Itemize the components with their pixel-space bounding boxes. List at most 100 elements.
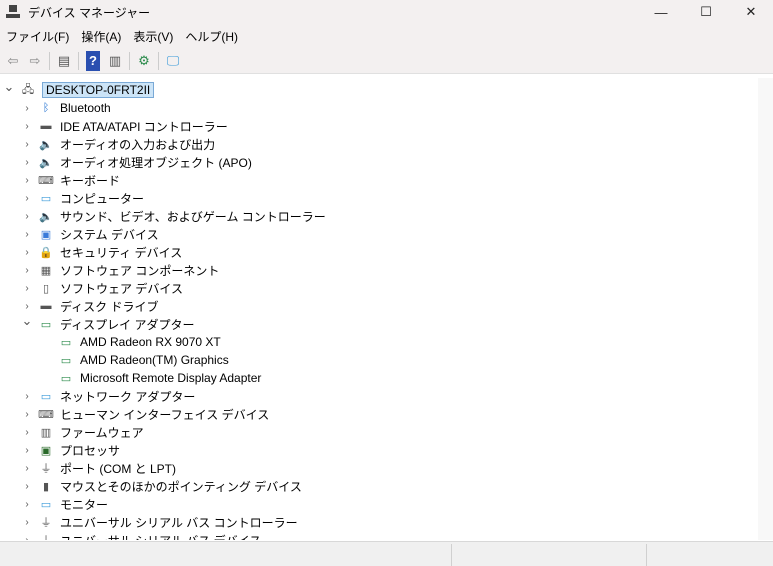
tree-category[interactable]: › ▮ マウスとそのほかのポインティング デバイス xyxy=(20,477,302,495)
tree-category[interactable]: › ▭ ネットワーク アダプター xyxy=(20,387,195,405)
tree-item-label: Microsoft Remote Display Adapter xyxy=(80,371,262,385)
toolbar-separator xyxy=(78,51,79,70)
tree-root[interactable]: ⌄ 🖧 DESKTOP-0FRT2II xyxy=(2,79,155,99)
chevron-right-icon[interactable]: › xyxy=(20,283,34,294)
tree-category[interactable]: › ▥ ファームウェア xyxy=(20,423,144,441)
monitor-icon: ▭ xyxy=(40,192,52,205)
chevron-right-icon[interactable]: › xyxy=(20,265,34,276)
chevron-right-icon[interactable]: › xyxy=(20,103,34,114)
tree-category[interactable]: › ▯ ソフトウェア デバイス xyxy=(20,279,183,297)
tree-item-label: AMD Radeon(TM) Graphics xyxy=(80,353,229,367)
scan-hardware-icon[interactable]: 🖵 xyxy=(162,51,184,71)
chevron-right-icon[interactable]: › xyxy=(20,499,34,510)
chevron-right-icon[interactable]: › xyxy=(20,193,34,204)
close-button[interactable]: ✕ xyxy=(728,0,773,24)
chevron-right-icon[interactable]: › xyxy=(20,517,34,528)
ide-controller-icon: ▬ xyxy=(40,120,52,132)
tree-device[interactable]: ▭ AMD Radeon RX 9070 XT xyxy=(40,333,221,351)
toolbar-separator xyxy=(129,51,130,70)
menu-file[interactable]: ファイル(F) xyxy=(0,28,75,45)
tree-item-label: DESKTOP-0FRT2II xyxy=(42,82,155,98)
chevron-down-icon[interactable]: ⌄ xyxy=(2,79,16,95)
speaker-icon: 🔈 xyxy=(39,210,53,223)
forward-icon[interactable]: ⇨ xyxy=(24,51,46,71)
tree-item-label: ネットワーク アダプター xyxy=(60,389,196,404)
tree-item-label: AMD Radeon RX 9070 XT xyxy=(80,335,221,349)
tree-category[interactable]: › ⏚ ポート (COM と LPT) xyxy=(20,459,176,477)
keyboard-icon: ⌨ xyxy=(38,174,54,187)
status-bar xyxy=(0,541,773,566)
tree-item-label: ユニバーサル シリアル バス デバイス xyxy=(60,532,261,541)
tree-item-label: オーディオ処理オブジェクト (APO) xyxy=(60,155,252,170)
speaker-icon: 🔈 xyxy=(39,156,53,169)
tree-item-label: ファームウェア xyxy=(60,425,144,440)
tree-category[interactable]: › 🔈 オーディオ処理オブジェクト (APO) xyxy=(20,153,252,171)
menu-view[interactable]: 表示(V) xyxy=(127,28,179,45)
vertical-scrollbar[interactable] xyxy=(758,78,773,540)
chevron-right-icon[interactable]: › xyxy=(20,211,34,222)
computer-network-icon: 🖧 xyxy=(21,83,35,96)
tree-category[interactable]: ⌄ ▭ ディスプレイ アダプター xyxy=(20,313,195,333)
tree-category[interactable]: › ⌨ ヒューマン インターフェイス デバイス xyxy=(20,405,269,423)
tree-category[interactable]: › ▦ ソフトウェア コンポーネント xyxy=(20,261,219,279)
status-divider xyxy=(451,544,452,566)
tree-item-label: ソフトウェア コンポーネント xyxy=(60,263,220,278)
tree-category[interactable]: › ▬ IDE ATA/ATAPI コントローラー xyxy=(20,117,228,135)
chevron-right-icon[interactable]: › xyxy=(20,391,34,402)
tree-item-label: モニター xyxy=(60,497,109,512)
properties-icon[interactable]: ▥ xyxy=(104,51,126,71)
chevron-right-icon[interactable]: › xyxy=(20,481,34,492)
menu-help[interactable]: ヘルプ(H) xyxy=(179,28,244,45)
chevron-right-icon[interactable]: › xyxy=(20,409,34,420)
tree-category[interactable]: › ⌨ キーボード xyxy=(20,171,120,189)
chevron-down-icon[interactable]: ⌄ xyxy=(20,313,34,329)
tree-category[interactable]: › ▭ コンピューター xyxy=(20,189,144,207)
chevron-right-icon[interactable]: › xyxy=(20,535,34,541)
chevron-right-icon[interactable]: › xyxy=(20,463,34,474)
device-manager-icon xyxy=(6,5,20,19)
tree-item-label: システム デバイス xyxy=(60,227,159,242)
chevron-right-icon[interactable]: › xyxy=(20,445,34,456)
tree-category[interactable]: › ▭ モニター xyxy=(20,495,108,513)
show-hide-tree-icon[interactable]: ▤ xyxy=(53,51,75,71)
maximize-button[interactable]: ☐ xyxy=(683,0,729,24)
network-adapter-icon: ▭ xyxy=(40,390,52,403)
tree-category[interactable]: › ▬ ディスク ドライブ xyxy=(20,297,158,315)
tree-category[interactable]: › 🔈 サウンド、ビデオ、およびゲーム コントローラー xyxy=(20,207,326,225)
tree-item-label: IDE ATA/ATAPI コントローラー xyxy=(60,119,228,134)
usb-icon: ⏚ xyxy=(40,517,52,529)
chevron-right-icon[interactable]: › xyxy=(20,229,34,240)
device-tree: ⌄ 🖧 DESKTOP-0FRT2II › ᛒ Bluetooth › ▬ IDE ATA/AT… xyxy=(0,78,758,540)
title-bar: デバイス マネージャー — ☐ ✕ xyxy=(0,0,773,24)
chevron-right-icon[interactable]: › xyxy=(20,427,34,438)
tree-category[interactable]: › 🔒 セキュリティ デバイス xyxy=(20,243,182,261)
back-icon[interactable]: ⇦ xyxy=(2,51,24,71)
minimize-button[interactable]: — xyxy=(638,0,684,24)
chevron-right-icon[interactable]: › xyxy=(20,301,34,312)
tree-device[interactable]: ▭ Microsoft Remote Display Adapter xyxy=(40,369,262,387)
tree-category[interactable]: › ⏚ ユニバーサル シリアル バス デバイス xyxy=(20,531,261,541)
speaker-icon: 🔈 xyxy=(39,138,53,151)
tree-category[interactable]: › ⏚ ユニバーサル シリアル バス コントローラー xyxy=(20,513,297,531)
tree-category[interactable]: › 🔈 オーディオの入力および出力 xyxy=(20,135,215,153)
tree-item-label: サウンド、ビデオ、およびゲーム コントローラー xyxy=(60,209,326,224)
tree-category[interactable]: › ▣ プロセッサ xyxy=(20,441,120,459)
tree-category[interactable]: › ᛒ Bluetooth xyxy=(20,99,110,117)
security-device-icon: 🔒 xyxy=(39,246,53,259)
tree-category[interactable]: › ▣ システム デバイス xyxy=(20,225,159,243)
update-driver-icon[interactable]: ⚙ xyxy=(133,51,155,71)
menu-action[interactable]: 操作(A) xyxy=(75,28,127,45)
chevron-right-icon[interactable]: › xyxy=(20,175,34,186)
status-divider xyxy=(646,544,647,566)
help-icon[interactable]: ? xyxy=(86,50,100,71)
chevron-right-icon[interactable]: › xyxy=(20,121,34,132)
chevron-right-icon[interactable]: › xyxy=(20,247,34,258)
display-adapter-icon: ▭ xyxy=(40,318,52,331)
port-icon: ⏚ xyxy=(40,463,52,475)
tree-device[interactable]: ▭ AMD Radeon(TM) Graphics xyxy=(40,351,229,369)
chevron-right-icon[interactable]: › xyxy=(20,157,34,168)
tree-item-label: ソフトウェア デバイス xyxy=(60,281,183,296)
monitor-icon: ▭ xyxy=(40,498,52,511)
chevron-right-icon[interactable]: › xyxy=(20,139,34,150)
disk-drive-icon: ▬ xyxy=(40,300,52,312)
